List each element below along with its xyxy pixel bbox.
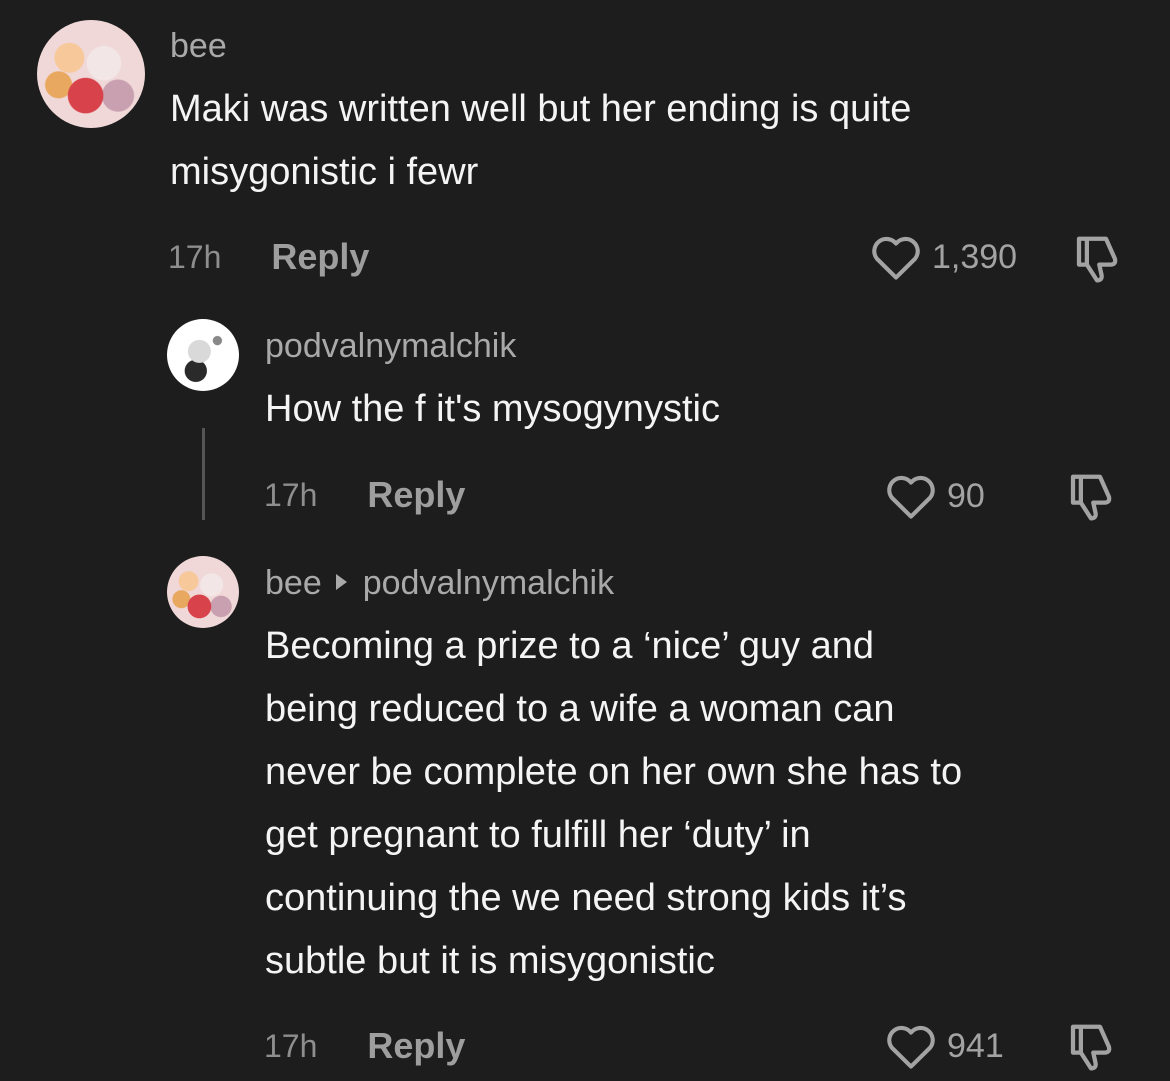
reply-button[interactable]: Reply <box>367 1025 465 1067</box>
heart-icon <box>872 236 920 280</box>
comment-username[interactable]: podvalnymalchik <box>265 326 516 366</box>
comment-text: Maki was written well but her ending is … <box>170 78 911 204</box>
comment-text: Becoming a prize to a ‘nice’ guy and bei… <box>265 615 962 993</box>
comment-line: get pregnant to fulfill her ‘duty’ in <box>265 814 811 856</box>
comment-username: bee podvalnymalchik <box>265 563 614 603</box>
comment-username[interactable]: bee <box>170 26 227 66</box>
reply-button[interactable]: Reply <box>367 474 465 516</box>
comment-time: 17h <box>264 1027 318 1064</box>
comment-line: subtle but it is misygonistic <box>265 940 715 982</box>
reply-arrow-icon <box>335 574 347 591</box>
like-count: 1,390 <box>932 237 1018 276</box>
avatar[interactable] <box>37 20 145 128</box>
reply-author[interactable]: bee <box>265 564 322 602</box>
comment-line: How the f it's mysogynystic <box>265 388 720 430</box>
thumbs-down-icon[interactable] <box>1070 234 1124 284</box>
heart-icon <box>887 475 935 519</box>
comment-line: being reduced to a wife a woman can <box>265 688 895 730</box>
comment-text: How the f it's mysogynystic <box>265 378 720 441</box>
like-button[interactable]: 1,390 <box>870 233 1017 281</box>
comment-meta: 17h Reply <box>168 236 369 278</box>
avatar[interactable] <box>167 556 239 628</box>
like-count: 941 <box>947 1026 1004 1065</box>
comment-time: 17h <box>264 476 318 513</box>
comment-line: never be complete on her own she has to <box>265 751 963 793</box>
comment-line: misygonistic i fewr <box>170 151 479 193</box>
reply-button[interactable]: Reply <box>271 236 369 278</box>
comment-line: Maki was written well but her ending is … <box>170 88 912 130</box>
comment-line: continuing the we need strong kids it’s <box>265 877 907 919</box>
comment-time: 17h <box>168 238 222 275</box>
comment-meta: 17h Reply <box>264 1025 465 1067</box>
thumbs-down-icon[interactable] <box>1064 1022 1118 1072</box>
comment-line: Becoming a prize to a ‘nice’ guy and <box>265 625 875 667</box>
thread-line <box>202 428 205 520</box>
avatar[interactable] <box>167 319 239 391</box>
thumbs-down-icon[interactable] <box>1064 472 1118 522</box>
comment-meta: 17h Reply <box>264 474 465 516</box>
like-button[interactable]: 941 <box>885 1022 1004 1070</box>
like-button[interactable]: 90 <box>885 472 985 520</box>
like-count: 90 <box>947 476 985 515</box>
reply-target[interactable]: podvalnymalchik <box>363 564 614 602</box>
heart-icon <box>887 1025 935 1069</box>
